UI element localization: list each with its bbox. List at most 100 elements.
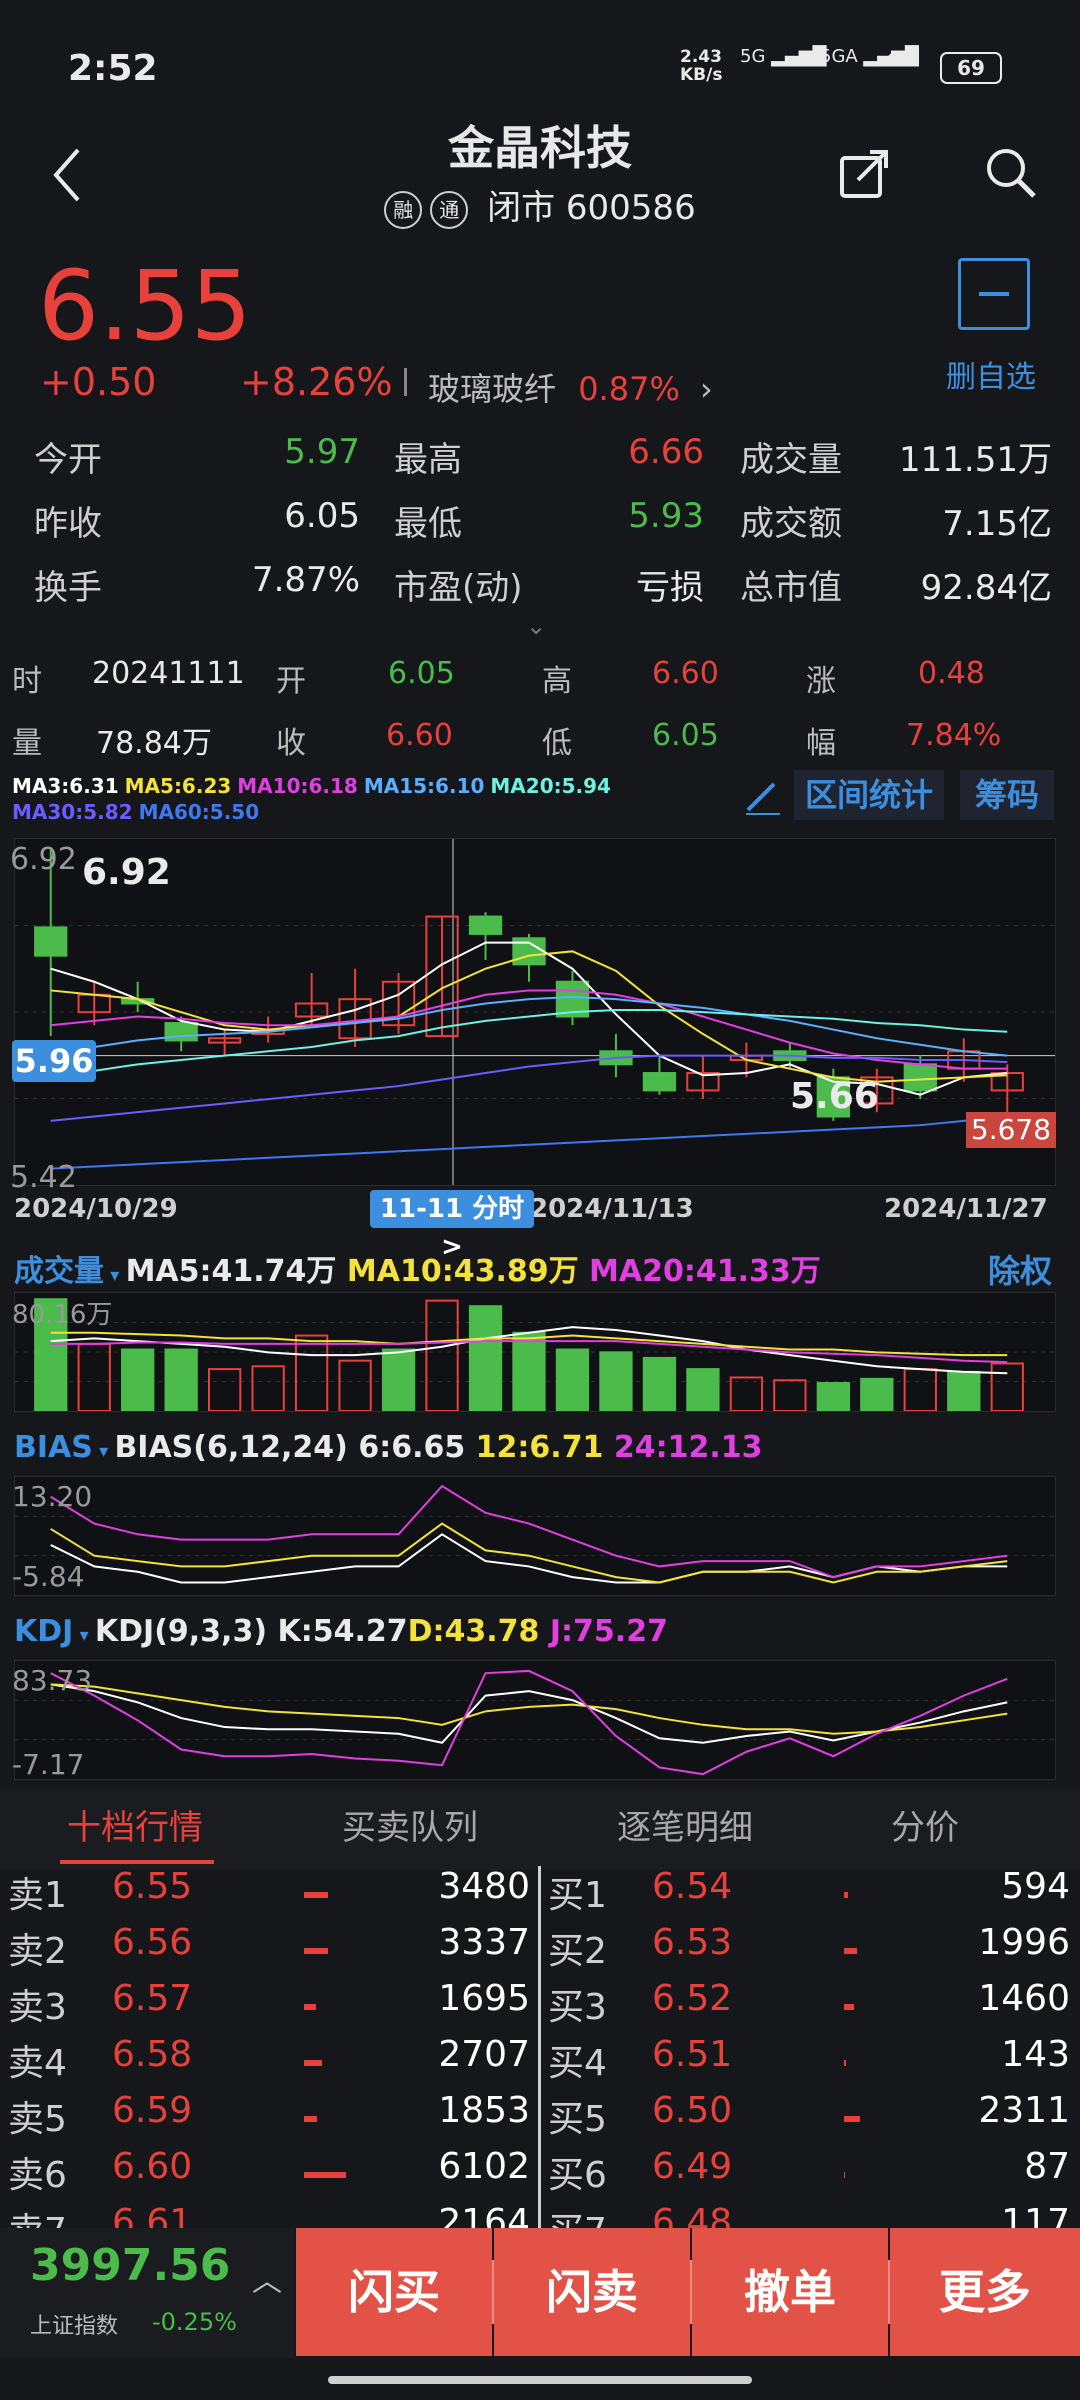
connect-badge: 通 (430, 190, 469, 229)
volume-bar (844, 1892, 848, 1898)
level-qty: 1996 (978, 1922, 1070, 1963)
search-icon[interactable] (984, 146, 1038, 204)
stat-label: 最高 (394, 440, 462, 480)
kdj-svg (15, 1669, 1055, 1776)
flash-buy-button[interactable]: 闪买 (296, 2228, 492, 2356)
kline-bottom-label: 5.42 (10, 1160, 77, 1195)
chips-button[interactable]: 筹码 (960, 770, 1054, 820)
tab-ten-level[interactable]: 十档行情 (0, 1800, 270, 1849)
ma5: MA5:6.23 (124, 774, 232, 798)
level-price: 6.50 (652, 2090, 733, 2131)
adjust-button[interactable]: 除权 (988, 1246, 1052, 1292)
remove-watchlist-button[interactable] (958, 258, 1030, 330)
signal-icon-5g: 5G ▂▄▆█ (740, 46, 827, 67)
flash-sell-button[interactable]: 闪卖 (494, 2228, 690, 2356)
draw-icon[interactable] (740, 774, 786, 824)
tab-queue[interactable]: 买卖队列 (275, 1800, 545, 1849)
volume-bar (844, 1948, 857, 1954)
level-qty: 143 (1001, 2034, 1070, 2075)
stat-label: 今开 (34, 440, 102, 480)
tab-indicator (60, 1860, 214, 1864)
volume-bar (844, 2116, 860, 2122)
market-status: 闭市 (487, 188, 556, 228)
share-icon[interactable] (838, 146, 892, 204)
status-bar: 2:52 2.43 KB/s 5G ▂▄▆█ 5GA ▂▄▆█ ◠ 69 (0, 0, 1080, 130)
sector-pct: 0.87% (578, 370, 680, 408)
date-mid: 2024/11/13 (530, 1194, 694, 1224)
price-change: +0.50 (40, 360, 157, 404)
range-stat-button[interactable]: 区间统计 (794, 770, 944, 820)
volume-bar (844, 2060, 846, 2066)
bias-legend: BIAS ▾ BIAS(6,12,24) 6:6.65 12:6.71 24:1… (14, 1430, 763, 1465)
remove-watchlist-label[interactable]: 删自选 (946, 352, 1036, 396)
day-close-value: 6.60 (386, 718, 453, 753)
kdj-label[interactable]: KDJ (14, 1614, 73, 1649)
bias-bottom-label: -5.84 (12, 1560, 85, 1593)
date-right: 2024/11/27 (884, 1194, 1048, 1224)
level-price: 6.53 (652, 1922, 733, 1963)
day-time-value: 20241111 (92, 656, 245, 691)
stat-label: 总市值 (740, 568, 842, 608)
stat-value: 7.87% (251, 560, 360, 600)
vol-ma20: MA20:41.33万 (589, 1254, 821, 1289)
index-pct: -0.25% (152, 2308, 237, 2336)
volume-bar (773, 1379, 807, 1412)
level-label: 买5 (548, 2099, 607, 2140)
dropdown-icon[interactable]: ▾ (93, 1441, 115, 1462)
day-low-label: 低 (542, 726, 572, 761)
sector-link[interactable]: 玻璃玻纤 0.87% › (428, 364, 713, 410)
volume-bar (860, 1377, 894, 1412)
day-high-value: 6.60 (652, 656, 719, 691)
ma60: MA60:5.50 (138, 800, 260, 824)
stat-value: 5.93 (628, 496, 704, 536)
volume-bar (816, 1382, 851, 1412)
level-qty: 87 (1024, 2146, 1070, 2187)
dropdown-icon[interactable]: ▾ (104, 1265, 126, 1286)
current-price: 6.55 (38, 250, 252, 362)
day-chg-value: 0.48 (918, 656, 985, 691)
stat-value: 6.05 (284, 496, 360, 536)
volume-bar (512, 1331, 546, 1413)
kdj-legend: KDJ ▾ KDJ(9,3,3) K:54.27D:43.78 J:75.27 (14, 1614, 668, 1649)
day-open-label: 开 (276, 664, 306, 699)
ma60-line (50, 1115, 1008, 1170)
kline-high-mark: 6.92 (82, 852, 171, 893)
day-vol-label: 量 (12, 726, 42, 761)
level-label: 买3 (548, 1987, 607, 2028)
cancel-order-button[interactable]: 撤单 (692, 2228, 888, 2356)
volume-bar (208, 1368, 242, 1412)
volume-bar (555, 1348, 590, 1412)
volume-label[interactable]: 成交量 (14, 1254, 104, 1289)
more-button[interactable]: 更多 (890, 2228, 1080, 2356)
chevron-up-icon[interactable]: ︿ (252, 2256, 282, 2300)
tab-price-dist[interactable]: 分价 (790, 1800, 1060, 1849)
vol-ma5: MA5:41.74万 (125, 1254, 337, 1289)
volume-bar (121, 1348, 155, 1412)
bias24-line (50, 1484, 1008, 1579)
dropdown-icon[interactable]: ▾ (73, 1625, 95, 1646)
status-time: 2:52 (68, 48, 158, 89)
volume-bar (164, 1348, 198, 1412)
wifi-icon: ◠ (884, 44, 911, 79)
index-widget[interactable]: 3997.56 上证指数 -0.25% ︿ (0, 2228, 294, 2358)
candle-body (468, 915, 503, 935)
bias-label[interactable]: BIAS (14, 1430, 93, 1465)
level-label: 买1 (548, 1875, 607, 1916)
ma20: MA20:5.94 (490, 774, 611, 798)
volume-bar (729, 1376, 764, 1412)
chevron-down-icon[interactable]: ⌄ (526, 612, 546, 640)
level-price: 6.52 (652, 1978, 733, 2019)
day-close-label: 收 (276, 726, 306, 761)
vol-ma10: MA10:43.89万 (346, 1254, 579, 1289)
level-qty: 594 (1001, 1866, 1070, 1907)
tab-ticks[interactable]: 逐笔明细 (550, 1800, 820, 1849)
stat-value: 111.51万 (899, 440, 1052, 480)
bias-chart (14, 1476, 1056, 1596)
level-label: 买6 (548, 2155, 607, 2196)
sector-name: 玻璃玻纤 (428, 370, 557, 408)
home-indicator[interactable] (328, 2376, 752, 2384)
day-vol-value: 78.84万 (96, 726, 212, 761)
level-price: 6.54 (652, 1866, 733, 1907)
intraday-link[interactable]: 11-11 分时> (370, 1190, 534, 1262)
kline-svg (15, 839, 1055, 1185)
